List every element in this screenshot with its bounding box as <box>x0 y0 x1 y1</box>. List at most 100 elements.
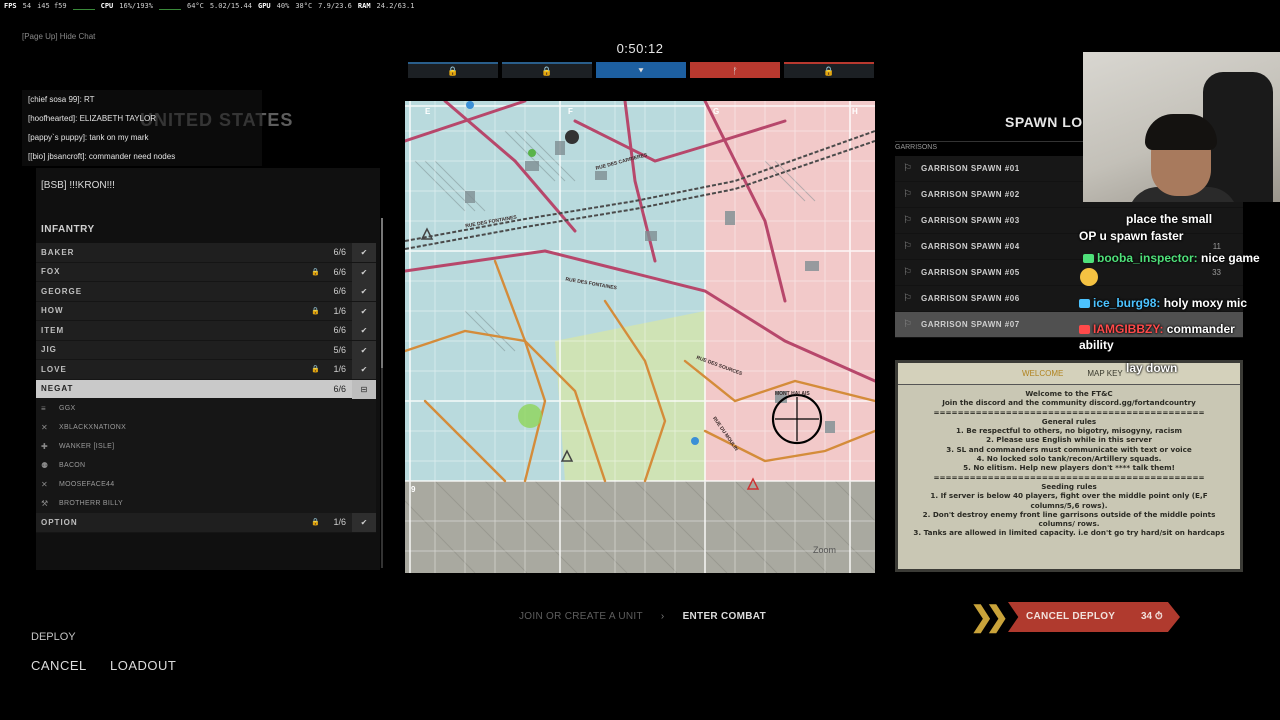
unit-member: ✕ MOOSEFACE44 <box>36 475 376 494</box>
server-rule-line: Join the discord and the community disco… <box>942 398 1196 408</box>
gpu-label: GPU <box>258 2 271 10</box>
unit-count: 6/6 <box>333 325 346 336</box>
lock-icon: 🔒 <box>311 366 320 374</box>
unit-list-scroll-thumb[interactable] <box>381 218 383 368</box>
spawn-divider <box>895 141 1083 142</box>
cancel-deploy-button[interactable]: ❯❯ CANCEL DEPLOY 34 ⏱ <box>970 602 1182 632</box>
unit-row[interactable]: FOX 🔒 6/6 ✔ <box>36 262 376 282</box>
join-unit-button[interactable]: ✔ <box>352 282 376 301</box>
capture-point: 🔒 <box>408 62 498 78</box>
ram-label: RAM <box>357 2 371 10</box>
join-unit-button[interactable]: ✔ <box>352 513 376 532</box>
join-unit-button[interactable]: ✔ <box>352 262 376 282</box>
tab-welcome[interactable]: WELCOME <box>1010 363 1075 384</box>
server-rule-line: 3. Tanks are allowed in limited capacity… <box>913 528 1225 538</box>
lock-icon: 🔒 <box>541 65 553 76</box>
capture-point: ⯆ <box>596 62 686 78</box>
server-rule-line: Seeding rules <box>1041 481 1097 491</box>
join-unit-button[interactable]: ✔ <box>352 243 376 262</box>
member-name: BACON <box>59 462 86 469</box>
step-join-unit[interactable]: JOIN OR CREATE A UNIT <box>519 611 643 622</box>
cpu-value: 16%/193% <box>119 2 153 10</box>
chat-text: commander <box>1166 322 1235 336</box>
join-unit-button[interactable]: ⊟ <box>352 379 376 399</box>
chat-badge-icon <box>1079 325 1090 335</box>
unit-row[interactable]: NEGAT 6/6 ⊟ <box>36 379 376 399</box>
stream-chat-message: ice_burg98: holy moxy mic <box>1079 296 1247 310</box>
lock-icon: 🔒 <box>311 519 320 527</box>
chat-message: [chief sosa 99]: RT <box>22 90 262 109</box>
player-name: [BSB] !!!KRON!!! <box>41 180 115 191</box>
garrison-icon: ⚐ <box>903 215 912 226</box>
stream-chat-message: ability <box>1079 338 1114 352</box>
unit-member: ⚒ BROTHERR BILLY <box>36 494 376 513</box>
spawn-name: GARRISON SPAWN #04 <box>921 242 1020 251</box>
gpu-temp: 38°C <box>295 2 313 10</box>
section-infantry: INFANTRY <box>41 224 95 235</box>
spawn-name: GARRISON SPAWN #03 <box>921 216 1020 225</box>
unit-count: 5/6 <box>333 344 346 355</box>
unit-name: LOVE <box>41 364 67 374</box>
server-info-tabs: WELCOME MAP KEY <box>898 363 1240 385</box>
cpu-sparkline <box>158 3 181 10</box>
chat-text: ability <box>1079 338 1114 352</box>
unit-row[interactable]: JIG 5/6 ✔ <box>36 340 376 360</box>
lock-icon: 🔒 <box>311 268 320 276</box>
unit-name: JIG <box>41 345 57 355</box>
unit-count: 1/6 <box>333 364 346 375</box>
member-name: BROTHERR BILLY <box>59 500 123 507</box>
unit-member: ✚ WANKER [ISLE] <box>36 437 376 456</box>
map-grid-column-label: E <box>425 107 431 116</box>
stream-chat-message: booba_inspector: nice game <box>1083 251 1260 265</box>
unit-count: 6/6 <box>333 266 346 277</box>
unit-row[interactable]: ITEM 6/6 ✔ <box>36 321 376 341</box>
unit-count: 6/6 <box>333 286 346 297</box>
deploy-countdown: 34 ⏱ <box>1141 611 1163 622</box>
chat-text: nice game <box>1201 251 1260 265</box>
cancel-action[interactable]: CANCEL <box>31 658 87 673</box>
spawn-title: SPAWN LOC <box>1005 114 1094 130</box>
garrison-icon: ⚐ <box>903 293 912 304</box>
join-unit-button[interactable]: ✔ <box>352 360 376 379</box>
unit-name: FOX <box>41 267 61 277</box>
deploy-action[interactable]: DEPLOY <box>31 631 76 643</box>
chat-username: booba_inspector: <box>1097 251 1198 265</box>
server-rule-line: 2. Don't destroy enemy front line garris… <box>922 509 1216 529</box>
chat-message: [hoofhearted]: ELIZABETH TAYLOR <box>22 109 262 128</box>
chat-text: holy moxy mic <box>1163 296 1248 310</box>
garrison-icon: ⚐ <box>903 319 912 330</box>
hide-chat-hint: [Page Up] Hide Chat <box>22 32 96 41</box>
unit-row[interactable]: LOVE 🔒 1/6 ✔ <box>36 360 376 380</box>
step-enter-combat[interactable]: ENTER COMBAT <box>683 611 766 622</box>
officer-icon: ≡ <box>41 404 46 413</box>
capture-point-bar: 🔒 🔒 ⯆ ᚠ 🔒 <box>408 62 874 78</box>
join-unit-button[interactable]: ✔ <box>352 301 376 321</box>
join-unit-button[interactable]: ✔ <box>352 321 376 340</box>
server-rule-line: 1. Be respectful to others, no bigotry, … <box>956 426 1182 436</box>
server-rule-line: General rules <box>1041 416 1097 426</box>
unit-row[interactable]: BAKER 6/6 ✔ <box>36 243 376 263</box>
join-unit-button[interactable]: ✔ <box>352 340 376 360</box>
spawn-name: GARRISON SPAWN #05 <box>921 268 1020 277</box>
map-zoom-hint: Zoom <box>813 545 837 555</box>
map-canvas <box>405 101 875 573</box>
cpu-label: CPU <box>100 2 114 10</box>
unit-row[interactable]: GEORGE 6/6 ✔ <box>36 282 376 302</box>
loadout-action[interactable]: LOADOUT <box>110 658 176 673</box>
clock-icon: ⏱ <box>1154 611 1163 622</box>
chat-username: ice_burg98: <box>1093 296 1161 310</box>
tactical-map[interactable]: E F G H 9 RUE DES CARRIERES RUE DES FONTAINES R… <box>405 101 875 573</box>
spawn-name: GARRISON SPAWN #01 <box>921 164 1020 173</box>
capture-point: 🔒 <box>784 62 874 78</box>
unit-row[interactable]: OPTION 🔒 1/6 ✔ <box>36 513 376 533</box>
capture-point: ᚠ <box>690 62 780 78</box>
member-name: WANKER [ISLE] <box>59 443 115 450</box>
streamer-webcam <box>1083 52 1280 202</box>
server-rule-line: ========================================… <box>933 472 1205 482</box>
server-rule-line: 2. Please use English while in this serv… <box>986 435 1152 445</box>
server-rules-text: Welcome to the FT&C Join the discord and … <box>898 385 1240 542</box>
unit-row[interactable]: HOW 🔒 1/6 ✔ <box>36 301 376 321</box>
server-rule-line: ========================================… <box>933 407 1205 417</box>
performance-overlay: FPS 54 i45 f59 CPU 16%/193% 64°C 5.02/15… <box>0 0 520 12</box>
laughing-emote-icon <box>1080 268 1098 286</box>
